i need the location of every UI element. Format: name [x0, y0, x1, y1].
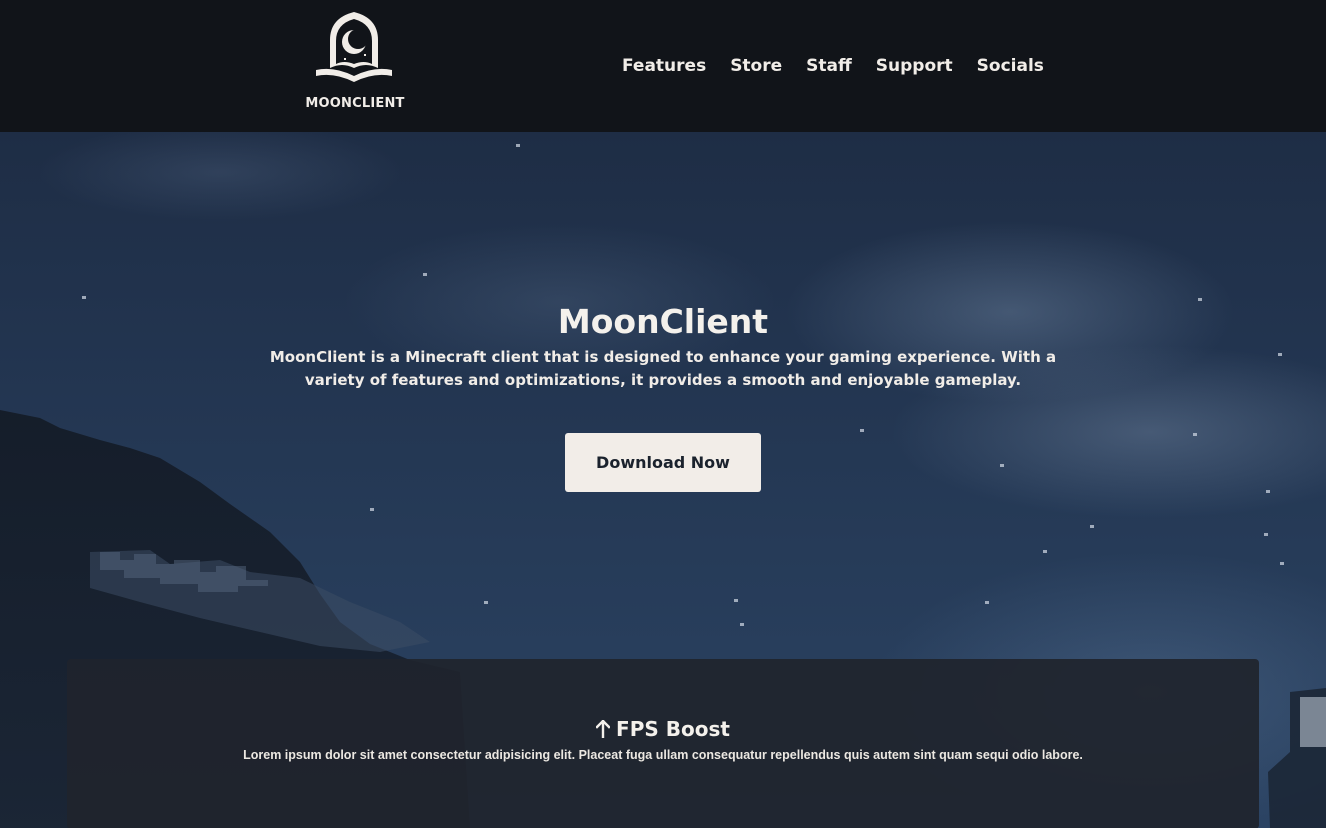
star: [860, 429, 864, 432]
star: [1264, 533, 1268, 536]
nav-socials[interactable]: Socials: [977, 56, 1044, 76]
star: [985, 601, 989, 604]
hero-description: MoonClient is a Minecraft client that is…: [269, 348, 1057, 389]
star: [82, 296, 86, 299]
star: [423, 273, 427, 276]
feature-description: Lorem ipsum dolor sit amet consectetur a…: [243, 748, 1083, 762]
feature-title-row: FPS Boost: [67, 716, 1259, 742]
nav-store[interactable]: Store: [730, 56, 782, 76]
star: [1043, 550, 1047, 553]
star: [516, 144, 520, 147]
site-header: MOONCLIENT Features Store Staff Support …: [0, 0, 1326, 132]
logo-text: MOONCLIENT: [305, 96, 405, 111]
star: [484, 601, 488, 604]
hero-section: MoonClient MoonClient is a Minecraft cli…: [0, 132, 1326, 828]
download-now-button[interactable]: Download Now: [565, 433, 761, 492]
feature-card-fps-boost: FPS Boost Lorem ipsum dolor sit amet con…: [67, 659, 1259, 828]
moon-book-icon: [316, 12, 392, 82]
hero-content: MoonClient MoonClient is a Minecraft cli…: [0, 300, 1326, 392]
star: [370, 508, 374, 511]
star: [740, 623, 744, 626]
logo-link[interactable]: MOONCLIENT: [296, 10, 414, 118]
star: [1090, 525, 1094, 528]
arrow-up-icon: [596, 720, 611, 738]
star: [734, 599, 738, 602]
star: [1193, 433, 1197, 436]
star: [1280, 562, 1284, 565]
feature-title: FPS Boost: [616, 717, 730, 741]
main-nav: Features Store Staff Support Socials: [622, 52, 1044, 80]
hero-title: MoonClient: [557, 302, 769, 341]
star: [1266, 490, 1270, 493]
nav-support[interactable]: Support: [876, 56, 953, 76]
nav-staff[interactable]: Staff: [806, 56, 852, 76]
nav-features[interactable]: Features: [622, 56, 706, 76]
star: [1000, 464, 1004, 467]
